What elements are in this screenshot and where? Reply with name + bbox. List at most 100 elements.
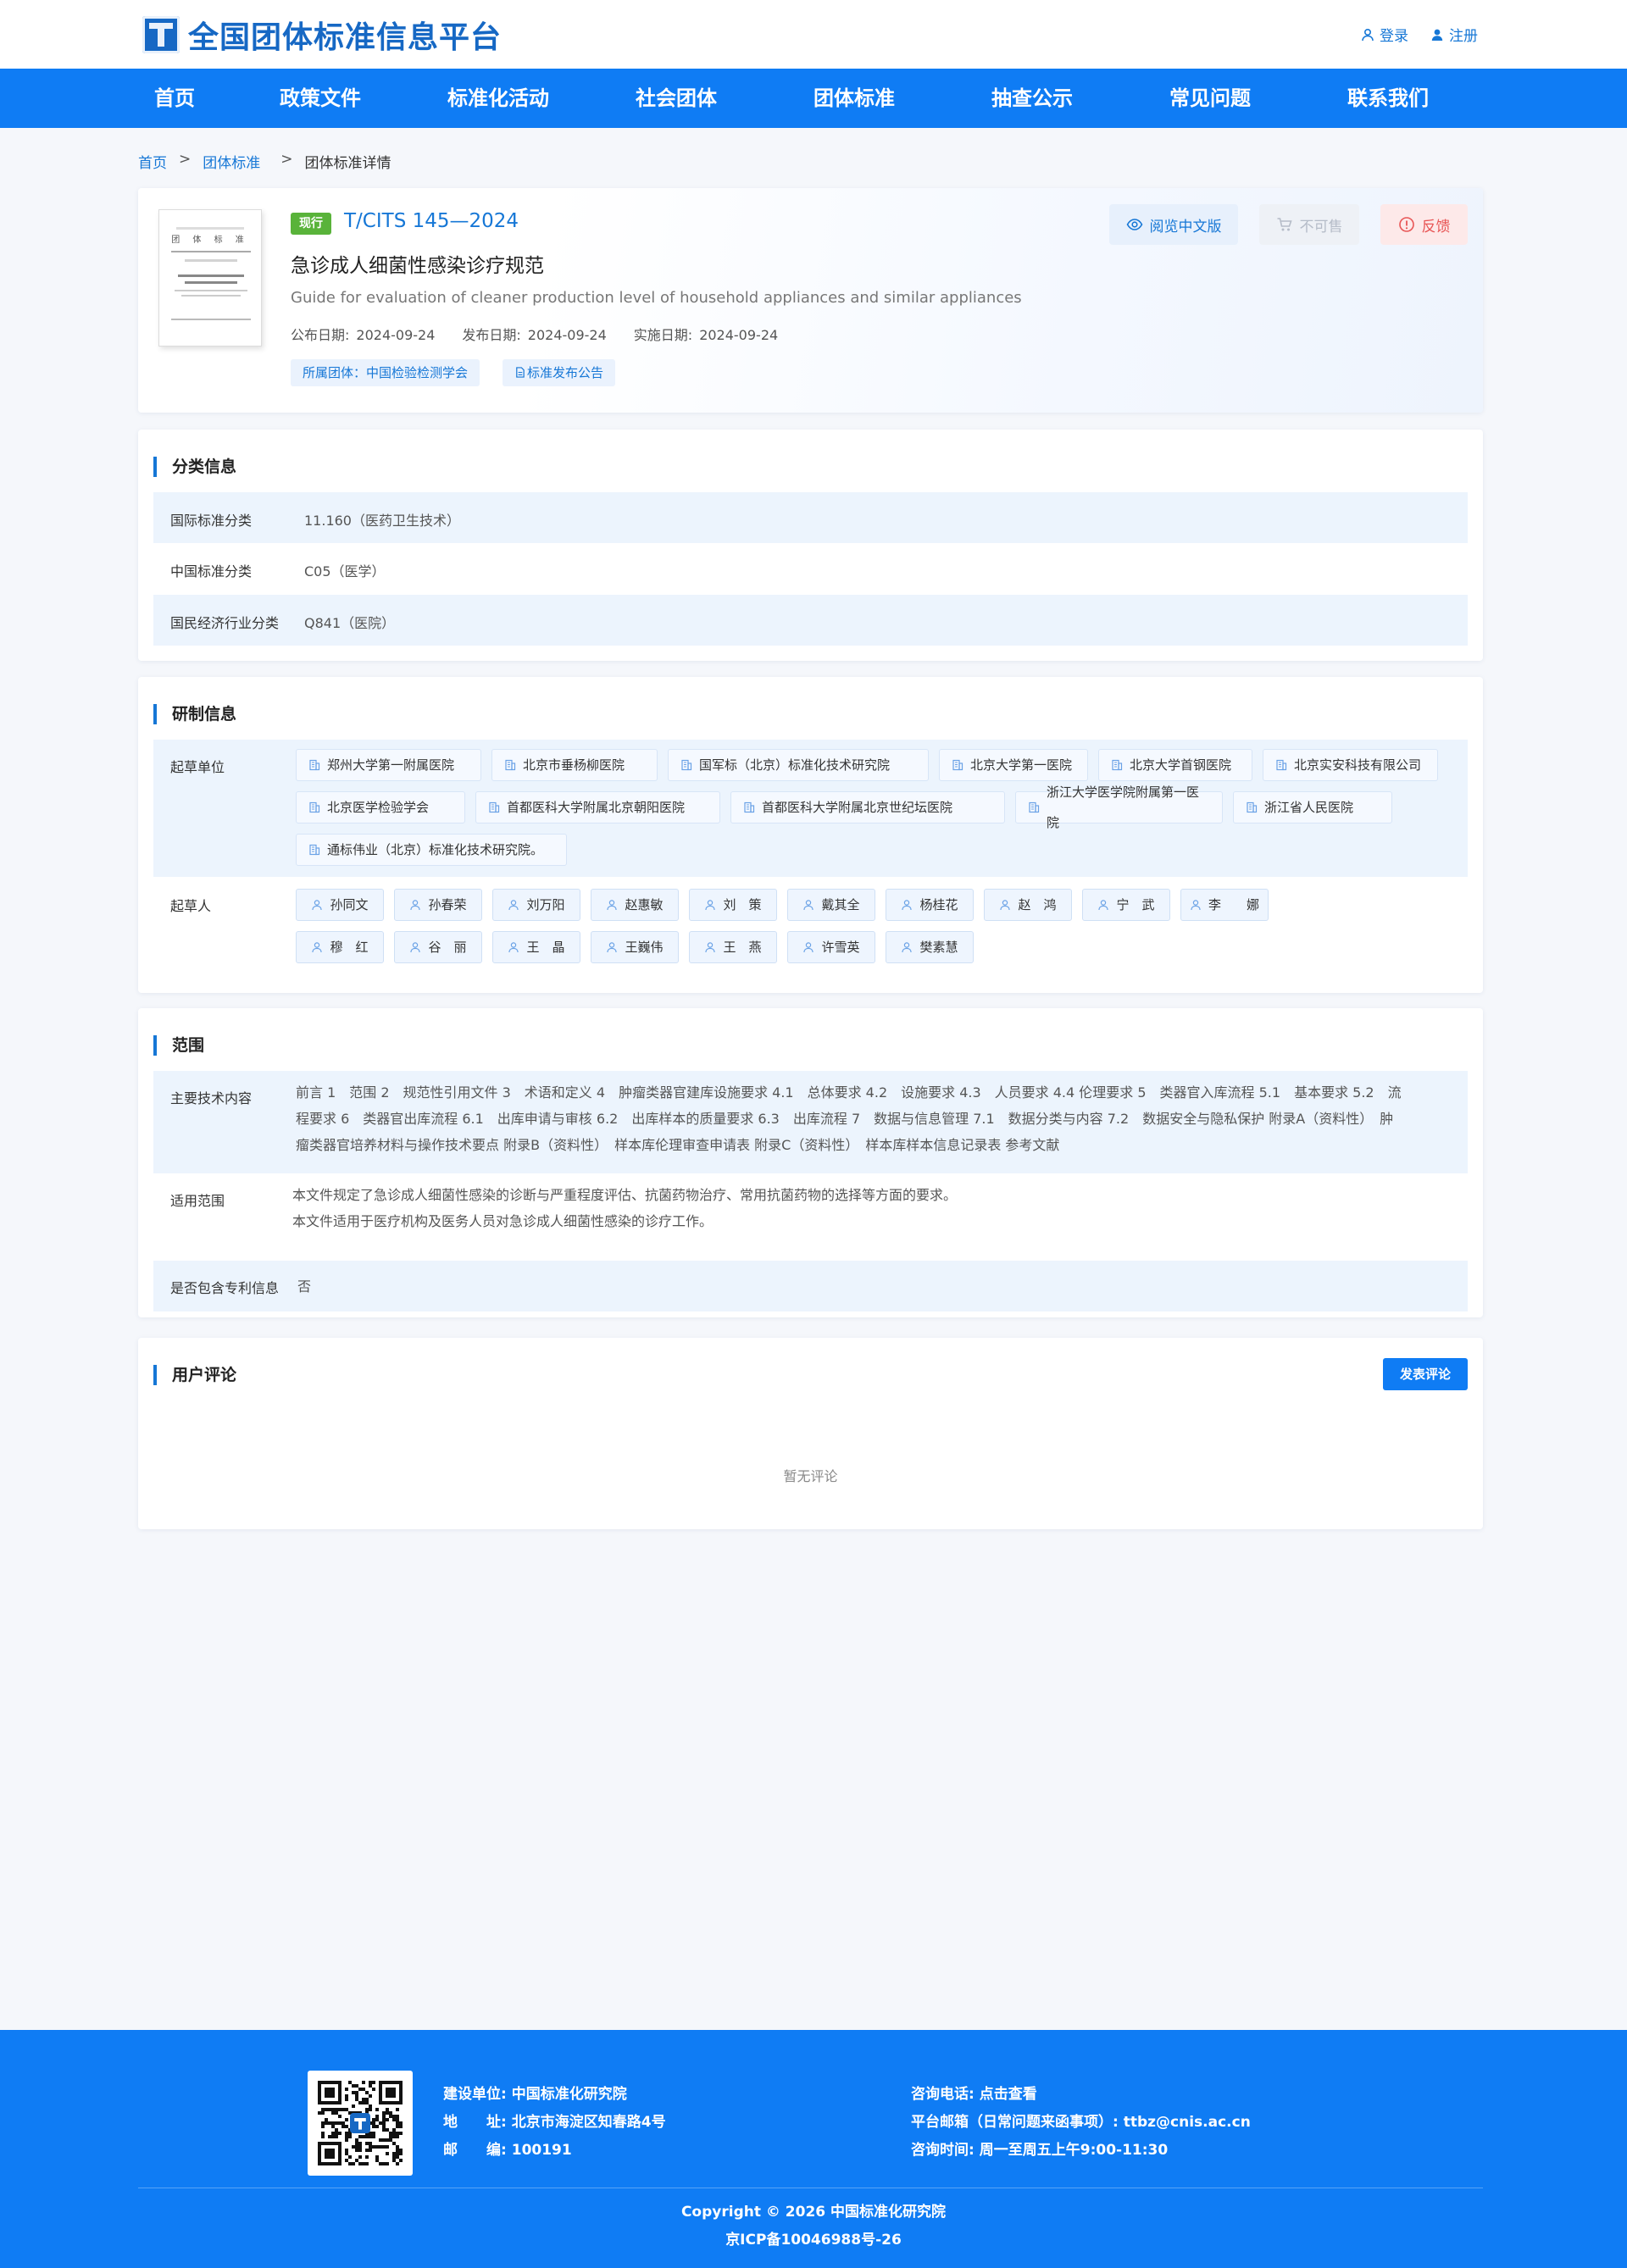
drafting-units-row: 起草单位 郑州大学第一附属医院 北京市垂杨柳医院 国军标（北京）标准化技术研究院 北京…: [153, 740, 1468, 877]
feedback-button[interactable]: 反馈: [1380, 204, 1468, 245]
drafter-chip[interactable]: 杨桂花: [886, 889, 974, 921]
user-filled-icon: [1431, 29, 1443, 41]
row-label: 国际标准分类: [170, 513, 253, 529]
row-label: 国民经济行业分类: [170, 615, 280, 631]
application-scope-row: 适用范围 本文件规定了急诊成人细菌性感染的诊断与严重程度评估、抗菌药物治疗、常用…: [153, 1173, 1468, 1261]
nav-item-inspection[interactable]: 抽查公示: [924, 69, 1141, 128]
nav-item-policy[interactable]: 政策文件: [212, 69, 429, 128]
nav-item-organizations[interactable]: 社会团体: [568, 69, 785, 128]
site-logo[interactable]: 全国团体标准信息平台: [142, 15, 503, 55]
footer-copyright: Copyright © 2026 中国标准化研究院: [680, 2204, 947, 2221]
person-icon: [312, 900, 323, 911]
breadcrumb-section[interactable]: 团体标准: [203, 151, 260, 172]
standard-dates: 公布日期: 2024-09-24 发布日期: 2024-09-24 实施日期: 202…: [291, 324, 778, 344]
drafter-chip[interactable]: 许雪英: [787, 931, 875, 963]
row-label: 中国标准分类: [170, 563, 253, 579]
person-icon: [705, 900, 716, 911]
person-icon: [508, 900, 519, 911]
drafter-chip[interactable]: 刘万阳: [492, 889, 580, 921]
standard-cover-thumbnail[interactable]: 团 体 标 准: [158, 209, 262, 347]
drafting-unit-chip[interactable]: 北京市垂杨柳医院: [491, 749, 658, 781]
drafter-chip[interactable]: 戴其全: [787, 889, 875, 921]
patent-row: 是否包含专利信息 否: [153, 1261, 1468, 1311]
technical-content-row: 主要技术内容 前言 1 范围 2 规范性引用文件 3 术语和定义 4 肿瘤类器官…: [153, 1071, 1468, 1173]
standard-code: T/CITS 145—2024: [344, 210, 519, 232]
building-icon: [309, 759, 320, 771]
phone-link[interactable]: 点击查看: [980, 2081, 1037, 2109]
drafter-chip[interactable]: 孙春荣: [394, 889, 482, 921]
drafter-chip[interactable]: 李 娜: [1180, 889, 1269, 921]
drafting-unit-chip[interactable]: 国军标（北京）标准化技术研究院: [668, 749, 929, 781]
drafting-unit-chip[interactable]: 首都医科大学附属北京朝阳医院: [475, 791, 720, 823]
drafter-chip[interactable]: 王巍伟: [591, 931, 679, 963]
standard-english-title: Guide for evaluation of cleaner producti…: [291, 289, 1022, 307]
organization-tag[interactable]: 所属团体：中国检验检测学会: [291, 359, 480, 386]
row-value: Q841（医院）: [304, 615, 396, 631]
row-label: 主要技术内容: [170, 1090, 253, 1106]
drafting-unit-chip[interactable]: 郑州大学第一附属医院: [296, 749, 481, 781]
drafting-unit-chip[interactable]: 首都医科大学附属北京世纪坛医院: [730, 791, 1005, 823]
post-comment-button[interactable]: 发表评论: [1383, 1358, 1468, 1390]
drafting-unit-chip[interactable]: 北京医学检验学会: [296, 791, 465, 823]
document-icon: [516, 367, 525, 378]
drafter-chip[interactable]: 宁 武: [1082, 889, 1170, 921]
building-icon: [1276, 759, 1287, 771]
classification-row: 国际标准分类 11.160（医药卫生技术）: [153, 492, 1468, 543]
nav-item-activities[interactable]: 标准化活动: [429, 69, 568, 128]
release-notice-tag[interactable]: 标准发布公告: [503, 359, 616, 386]
drafting-unit-chip[interactable]: 通标伟业（北京）标准化技术研究院。: [296, 834, 567, 866]
email-link[interactable]: ttbz@cnis.ac.cn: [1124, 2109, 1251, 2137]
footer-contact-right: 咨询电话: 点击查看 平台邮箱（日常问题来函事项）: ttbz@cnis.ac.…: [911, 2081, 1251, 2165]
nav-item-faq[interactable]: 常见问题: [1141, 69, 1280, 128]
footer-phone: 咨询电话: 点击查看: [911, 2081, 1251, 2109]
login-link[interactable]: 登录: [1361, 24, 1408, 45]
person-icon: [902, 942, 913, 953]
person-icon: [1098, 900, 1109, 911]
drafter-chip[interactable]: 王 晶: [492, 931, 580, 963]
drafter-chip[interactable]: 樊素慧: [886, 931, 974, 963]
footer-icp[interactable]: 京ICP备10046988号-26: [0, 2227, 1627, 2249]
breadcrumb-separator: >: [179, 151, 192, 168]
row-label: 起草人: [170, 898, 212, 914]
person-icon: [803, 942, 814, 953]
person-icon: [410, 900, 421, 911]
drafter-chip[interactable]: 赵惠敏: [591, 889, 679, 921]
drafter-chip[interactable]: 谷 丽: [394, 931, 482, 963]
drafter-chip[interactable]: 刘 策: [689, 889, 777, 921]
drafter-chip[interactable]: 穆 红: [296, 931, 384, 963]
footer-address: 地 址: 北京市海淀区知春路4号: [443, 2114, 666, 2131]
footer-zip: 邮 编: 100191: [443, 2142, 572, 2159]
drafter-chip[interactable]: 赵 鸿: [984, 889, 1072, 921]
breadcrumb-home[interactable]: 首页: [138, 151, 167, 172]
alert-circle-icon: [1398, 217, 1414, 232]
empty-comments-text: 暂无评论: [783, 1468, 838, 1484]
drafter-chip[interactable]: 王 燕: [689, 931, 777, 963]
drafting-unit-chip[interactable]: 浙江省人民医院: [1233, 791, 1392, 823]
person-icon: [803, 900, 814, 911]
person-icon: [607, 942, 618, 953]
drafters-row: 起草人 孙同文 孙春荣 刘万阳 赵惠敏刘 策戴其全 杨桂花赵 鸿宁 武李 娜穆 红谷 丽…: [153, 877, 1468, 980]
drafting-unit-chip[interactable]: 浙江大学医学院附属第一医院: [1015, 785, 1223, 830]
drafting-units-list: 郑州大学第一附属医院 北京市垂杨柳医院 国军标（北京）标准化技术研究院 北京大学第一医…: [296, 749, 1457, 866]
drafting-unit-chip[interactable]: 北京实安科技有限公司: [1263, 749, 1438, 781]
breadcrumb: 首页 > 团体标准 > 团体标准详情: [138, 151, 391, 172]
development-card: 研制信息 起草单位 郑州大学第一附属医院 北京市垂杨柳医院 国军标（北京）标准化技术…: [138, 677, 1483, 993]
building-icon: [744, 801, 755, 813]
drafter-chip[interactable]: 孙同文: [296, 889, 384, 921]
breadcrumb-separator: >: [280, 151, 293, 168]
nav-item-home[interactable]: 首页: [137, 69, 212, 128]
not-for-sale-button[interactable]: 不可售: [1259, 204, 1359, 245]
application-scope-text: 本文件规定了急诊成人细菌性感染的诊断与严重程度评估、抗菌药物治疗、常用抗菌药物的…: [292, 1187, 958, 1229]
nav-item-contact[interactable]: 联系我们: [1280, 69, 1497, 128]
person-icon: [508, 942, 519, 953]
building-icon: [309, 801, 320, 813]
logo-text: 全国团体标准信息平台: [188, 19, 503, 55]
nav-item-standards[interactable]: 团体标准: [785, 69, 924, 128]
person-icon: [902, 900, 913, 911]
classification-rows: 国际标准分类 11.160（医药卫生技术） 中国标准分类 C05（医学） 国民经…: [153, 492, 1468, 646]
footer-email: 平台邮箱（日常问题来函事项）: ttbz@cnis.ac.cn: [911, 2109, 1251, 2137]
read-chinese-button[interactable]: 阅览中文版: [1109, 204, 1238, 245]
main-nav: 首页 政策文件 标准化活动 社会团体 团体标准 抽查公示 常见问题 联系我们: [0, 69, 1627, 128]
register-link[interactable]: 注册: [1430, 24, 1478, 45]
site-footer: 建设单位: 中国标准化研究院 地 址: 北京市海淀区知春路4号 邮 编: 100…: [0, 2030, 1627, 2268]
